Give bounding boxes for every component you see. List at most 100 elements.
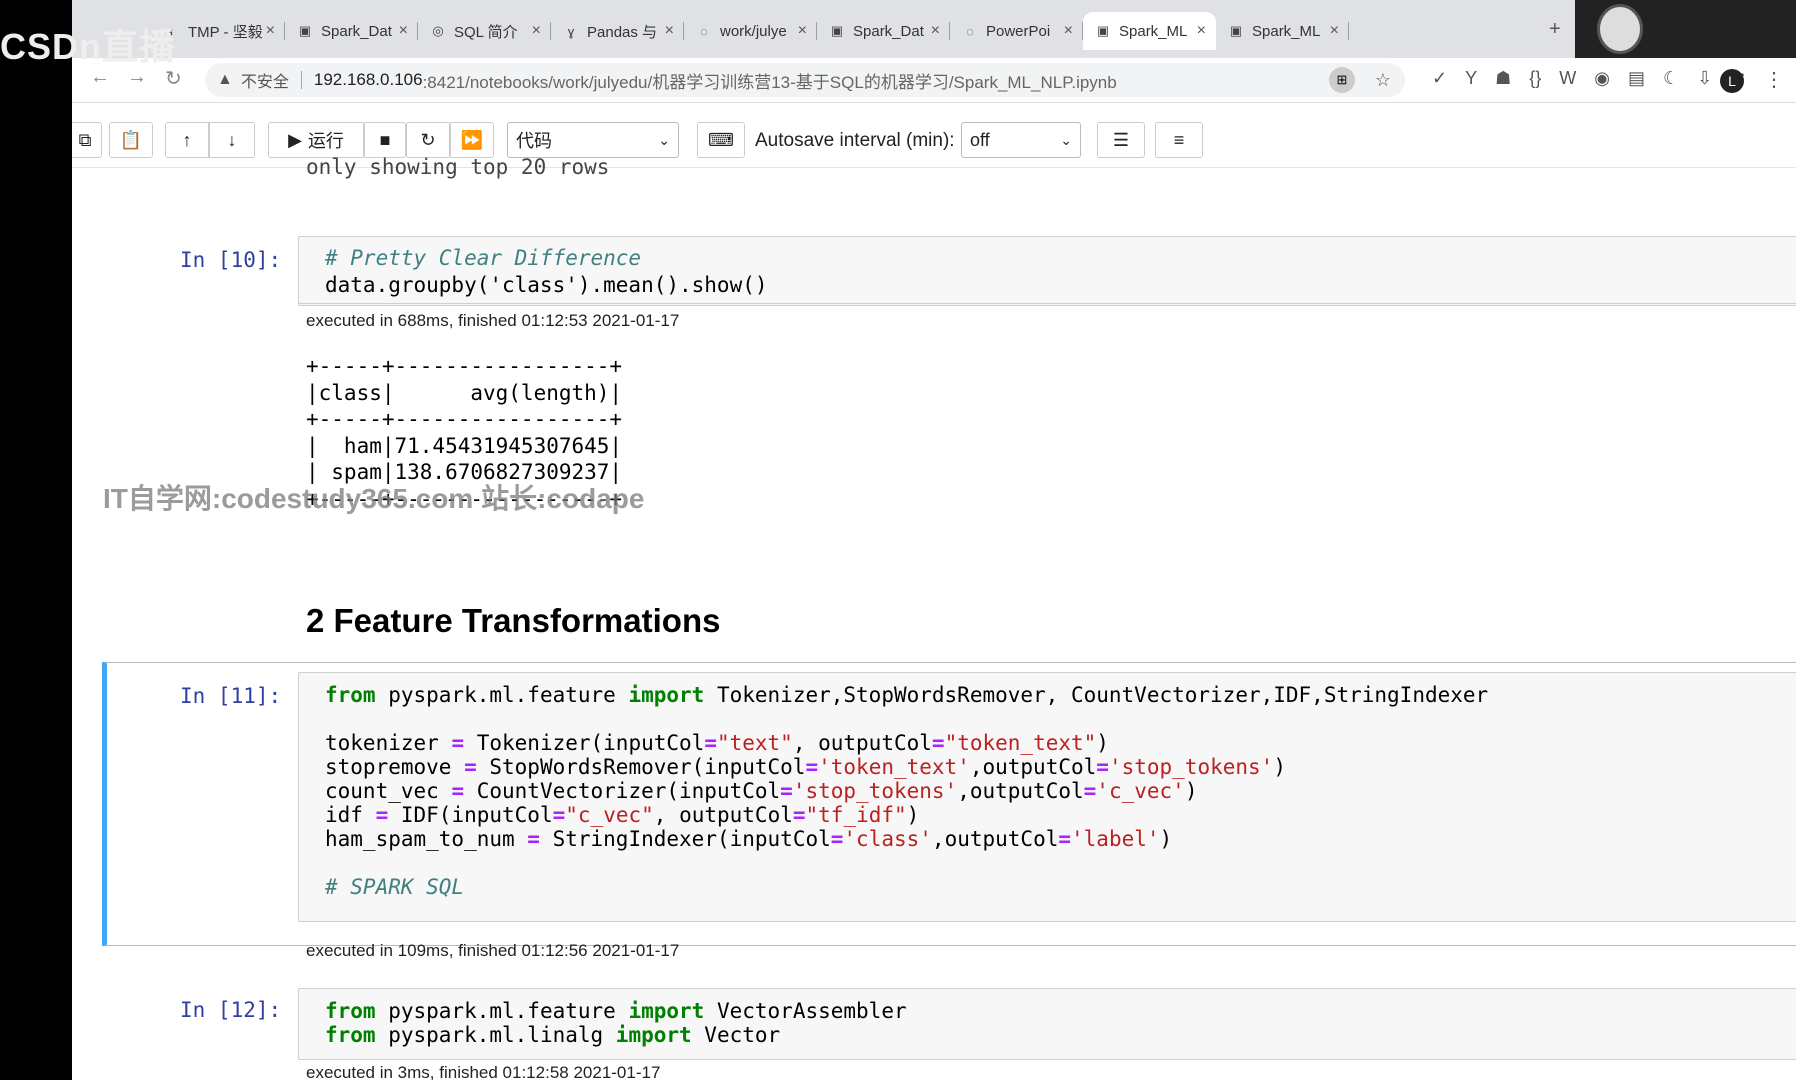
autosave-label: Autosave interval (min): (755, 130, 955, 151)
streamer-avatar-overlay (1575, 0, 1796, 66)
code-line: from pyspark.ml.feature import Tokenizer… (325, 683, 1489, 707)
copy-cell-icon[interactable]: ⧉ (72, 122, 102, 158)
browser-tab[interactable]: ɣ Pandas 与 × (551, 12, 684, 50)
paste-cell-icon[interactable]: 📋 (109, 122, 153, 158)
browser-window: ◐ TMP - 坚毅 × ▣ Spark_Dat × ◎ SQL 简介 × ɣ Pandas 与 × ◌… (72, 0, 1796, 1080)
execution-time: executed in 3ms, finished 01:12:58 2021-… (306, 1063, 661, 1080)
toc-list-icon[interactable]: ≡ (1155, 122, 1203, 158)
chevron-down-icon: ⌄ (1060, 131, 1072, 148)
autosave-select[interactable]: off ⌄ (961, 122, 1081, 158)
code-line: count_vec = CountVectorizer(inputCol='st… (325, 779, 1198, 803)
run-button[interactable]: ▶ 运行 (268, 122, 364, 158)
watermark: IT自学网:codestudy365.com 站长:codape (103, 483, 645, 514)
csdn-live-logo: CSDn直播 (0, 26, 176, 67)
code-line: data.groupby('class').mean().show() (325, 273, 768, 297)
tab-icon-pandas: ɣ (567, 23, 575, 39)
url-host: 192.168.0.106 (313, 70, 423, 89)
navigation-bar: ← → ↻ ▲ 不安全 192.168.0.106:8421/notebooks… (72, 58, 1796, 103)
tab-icon-notebook: ▣ (1229, 23, 1243, 38)
close-icon[interactable]: × (1330, 22, 1339, 40)
divider (300, 71, 302, 89)
check-icon[interactable]: ✓ (1432, 68, 1447, 89)
keyboard-icon[interactable]: ⌨ (697, 122, 745, 158)
tab-label: Spark_Dat (853, 22, 924, 40)
close-icon[interactable]: × (399, 22, 408, 40)
close-icon[interactable]: × (931, 22, 940, 40)
move-down-icon[interactable]: ↓ (209, 122, 255, 158)
cell-prompt: In [11]: (180, 684, 282, 708)
tab-label: TMP - 坚毅 (188, 23, 263, 41)
security-label: 不安全 (240, 74, 289, 91)
divider (1348, 22, 1349, 40)
numbered-list-icon[interactable]: ☰ (1097, 122, 1145, 158)
tab-label: Spark_ML (1119, 22, 1188, 40)
execution-time: executed in 109ms, finished 01:12:56 202… (306, 941, 680, 960)
close-icon[interactable]: × (1064, 22, 1073, 40)
code-line: # Pretty Clear Difference (325, 246, 642, 270)
restart-icon[interactable]: ↻ (406, 122, 450, 158)
cell-type-value: 代码 (516, 131, 552, 151)
tab-icon-notebook: ▣ (298, 23, 312, 38)
moon-icon[interactable]: ☾ (1663, 68, 1679, 89)
address-bar[interactable]: ▲ 不安全 192.168.0.106:8421/notebooks/work/… (205, 63, 1405, 97)
browser-tab[interactable]: ▣ Spark_ML × (1216, 12, 1349, 50)
code-cell-10[interactable]: # Pretty Clear Difference data.groupby('… (298, 236, 1796, 306)
tab-label: work/julye (720, 22, 787, 40)
fork-icon[interactable]: Y (1465, 68, 1477, 89)
notebook-body: only showing top 20 rows In [10]: ▼ # Pr… (72, 155, 1796, 1080)
close-icon[interactable]: × (665, 22, 674, 40)
browser-tab[interactable]: ◎ SQL 简介 × (418, 12, 551, 50)
close-icon[interactable]: × (532, 22, 541, 40)
execution-time: executed in 688ms, finished 01:12:53 202… (306, 311, 680, 330)
tab-icon-notebook: ▣ (830, 23, 844, 38)
previous-output-tail: only showing top 20 rows (306, 155, 610, 179)
people-icon[interactable]: ☗ (1495, 68, 1511, 89)
move-up-icon[interactable]: ↑ (165, 122, 209, 158)
warning-icon: ▲ (217, 71, 233, 88)
browser-tab[interactable]: ▣ Spark_Dat × (817, 12, 950, 50)
circle-check-icon[interactable]: ◉ (1594, 68, 1610, 89)
code-line: from pyspark.ml.linalg import Vector (325, 1023, 781, 1047)
code-cell-11[interactable]: from pyspark.ml.feature import Tokenizer… (298, 672, 1796, 922)
tab-icon-sql: ◎ (432, 23, 444, 38)
tab-icon-loading: ◌ (966, 23, 974, 39)
run-label: 运行 (307, 131, 344, 151)
translate-icon[interactable]: ⊞ (1329, 67, 1355, 93)
close-icon[interactable]: × (266, 22, 275, 40)
download-icon[interactable]: ⇩ (1697, 68, 1712, 89)
browser-tab[interactable]: ▣ Spark_ML × (1083, 12, 1216, 50)
profile-avatar[interactable]: L (1720, 69, 1744, 93)
browser-tab[interactable]: ◌ PowerPoi × (950, 12, 1083, 50)
browser-tab[interactable]: ▣ Spark_Dat × (285, 12, 418, 50)
close-icon[interactable]: × (798, 22, 807, 40)
tab-label: Spark_ML (1252, 22, 1321, 40)
chevron-down-icon: ⌄ (658, 131, 670, 148)
code-line: from pyspark.ml.feature import VectorAss… (325, 999, 907, 1023)
browser-tab[interactable]: ◌ work/julye × (684, 12, 817, 50)
url-path: :8421/notebooks/work/julyedu/机器学习训练营13-基… (422, 72, 1117, 92)
new-tab-icon[interactable]: + (1549, 18, 1561, 41)
bookmark-star-icon[interactable]: ☆ (1375, 70, 1391, 91)
autosave-value: off (970, 129, 990, 150)
lock-icon[interactable]: ▤ (1628, 68, 1645, 89)
code-line: tokenizer = Tokenizer(inputCol="text", o… (325, 731, 1109, 755)
w-extension-icon[interactable]: W (1559, 68, 1576, 89)
stop-icon[interactable]: ■ (364, 122, 406, 158)
section-heading: 2 Feature Transformations (306, 602, 721, 639)
cell-type-select[interactable]: 代码 ⌄ (507, 122, 679, 158)
cell-prompt: In [10]: (180, 248, 282, 272)
code-line: ham_spam_to_num = StringIndexer(inputCol… (325, 827, 1173, 851)
menu-kebab-icon[interactable]: ⋮ (1764, 67, 1784, 92)
tab-label: Pandas 与 (587, 23, 658, 41)
json-icon[interactable]: {} (1529, 68, 1541, 89)
fast-forward-icon[interactable]: ⏩ (450, 122, 494, 158)
tab-label: SQL 简介 (454, 23, 518, 41)
tab-label: PowerPoi (986, 22, 1051, 40)
tab-label: Spark_Dat (321, 22, 392, 40)
tab-icon-notebook: ▣ (1096, 23, 1110, 38)
code-cell-12[interactable]: from pyspark.ml.feature import VectorAss… (298, 988, 1796, 1060)
divider (298, 303, 1796, 304)
close-icon[interactable]: × (1197, 22, 1206, 40)
code-line: # SPARK SQL (325, 875, 465, 899)
extensions-bar: ✓ Y ☗ {} W ◉ ▤ ☾ ⇩ ✱ (1432, 68, 1745, 89)
